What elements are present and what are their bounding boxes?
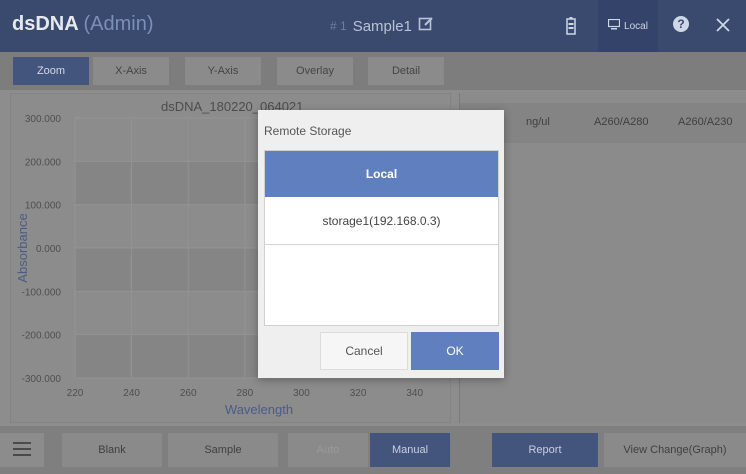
bottom-toolbar: Blank Sample Auto Manual Report View Cha…: [0, 426, 746, 474]
app-header: dsDNA (Admin) # 1 Sample1 Local ?: [0, 0, 746, 52]
user-role: (Admin): [83, 13, 154, 35]
edit-icon[interactable]: [418, 16, 434, 36]
battery-icon: [556, 0, 586, 52]
graph-tab-bar: Zoom X-Axis Y-Axis Overlay Detail: [0, 52, 746, 90]
column-header-ng-ul: ng/ul: [526, 116, 550, 128]
x-tick-label: 240: [123, 388, 140, 399]
x-tick-label: 320: [350, 388, 367, 399]
report-button[interactable]: Report: [492, 433, 598, 467]
tab-y-axis[interactable]: Y-Axis: [185, 57, 261, 85]
column-header-a260-a280: A260/A280: [594, 116, 649, 128]
app-title: dsDNA (Admin): [12, 13, 154, 36]
storage-local-button[interactable]: Local: [598, 0, 658, 52]
auto-mode-button[interactable]: Auto: [288, 433, 368, 467]
svg-text:?: ?: [677, 17, 684, 31]
blank-button[interactable]: Blank: [62, 433, 162, 467]
x-axis-label: Wavelength: [225, 402, 293, 417]
x-tick-label: 220: [67, 388, 84, 399]
y-tick-label: 300.000: [25, 114, 62, 125]
sample-number: # 1: [330, 19, 347, 33]
cancel-button[interactable]: Cancel: [320, 332, 408, 370]
manual-mode-button[interactable]: Manual: [370, 433, 450, 467]
hamburger-menu-icon: [13, 441, 31, 459]
column-header-a260-a230: A260/A230: [678, 116, 733, 128]
close-icon: [715, 13, 731, 39]
view-change-graph-button[interactable]: View Change(Graph): [604, 433, 746, 467]
y-tick-label: 200.000: [25, 157, 62, 168]
y-tick-label: -100.000: [22, 287, 62, 298]
storage-option-storage1[interactable]: storage1(192.168.0.3): [265, 198, 498, 244]
y-tick-label: 100.000: [25, 201, 62, 212]
sample-selector[interactable]: # 1 Sample1: [330, 16, 434, 36]
y-tick-label: 0.000: [36, 244, 61, 255]
y-tick-label: -300.000: [22, 374, 62, 385]
storage-local-label: Local: [624, 20, 648, 32]
tab-zoom[interactable]: Zoom: [13, 57, 89, 85]
remote-storage-dialog: Remote Storage Local storage1(192.168.0.…: [258, 110, 504, 378]
x-tick-label: 260: [180, 388, 197, 399]
ok-button[interactable]: OK: [411, 332, 499, 370]
app-name: dsDNA: [12, 13, 78, 35]
x-tick-label: 340: [406, 388, 423, 399]
sample-name: Sample1: [352, 17, 412, 35]
dialog-title: Remote Storage: [264, 124, 352, 138]
y-tick-label: -200.000: [22, 331, 62, 342]
y-axis-label: Absorbance: [15, 213, 30, 282]
tab-x-axis[interactable]: X-Axis: [93, 57, 169, 85]
storage-option-local[interactable]: Local: [265, 151, 498, 197]
help-button[interactable]: ?: [662, 0, 700, 52]
storage-option-list: Local storage1(192.168.0.3): [264, 150, 499, 326]
tab-overlay[interactable]: Overlay: [277, 57, 353, 85]
menu-button[interactable]: [0, 433, 44, 467]
sample-button[interactable]: Sample: [168, 433, 278, 467]
close-button[interactable]: [700, 0, 746, 52]
tab-detail[interactable]: Detail: [368, 57, 444, 85]
monitor-icon: [607, 18, 621, 33]
help-icon: ?: [672, 15, 690, 38]
list-divider: [265, 244, 498, 245]
x-tick-label: 300: [293, 388, 310, 399]
x-tick-label: 280: [237, 388, 254, 399]
